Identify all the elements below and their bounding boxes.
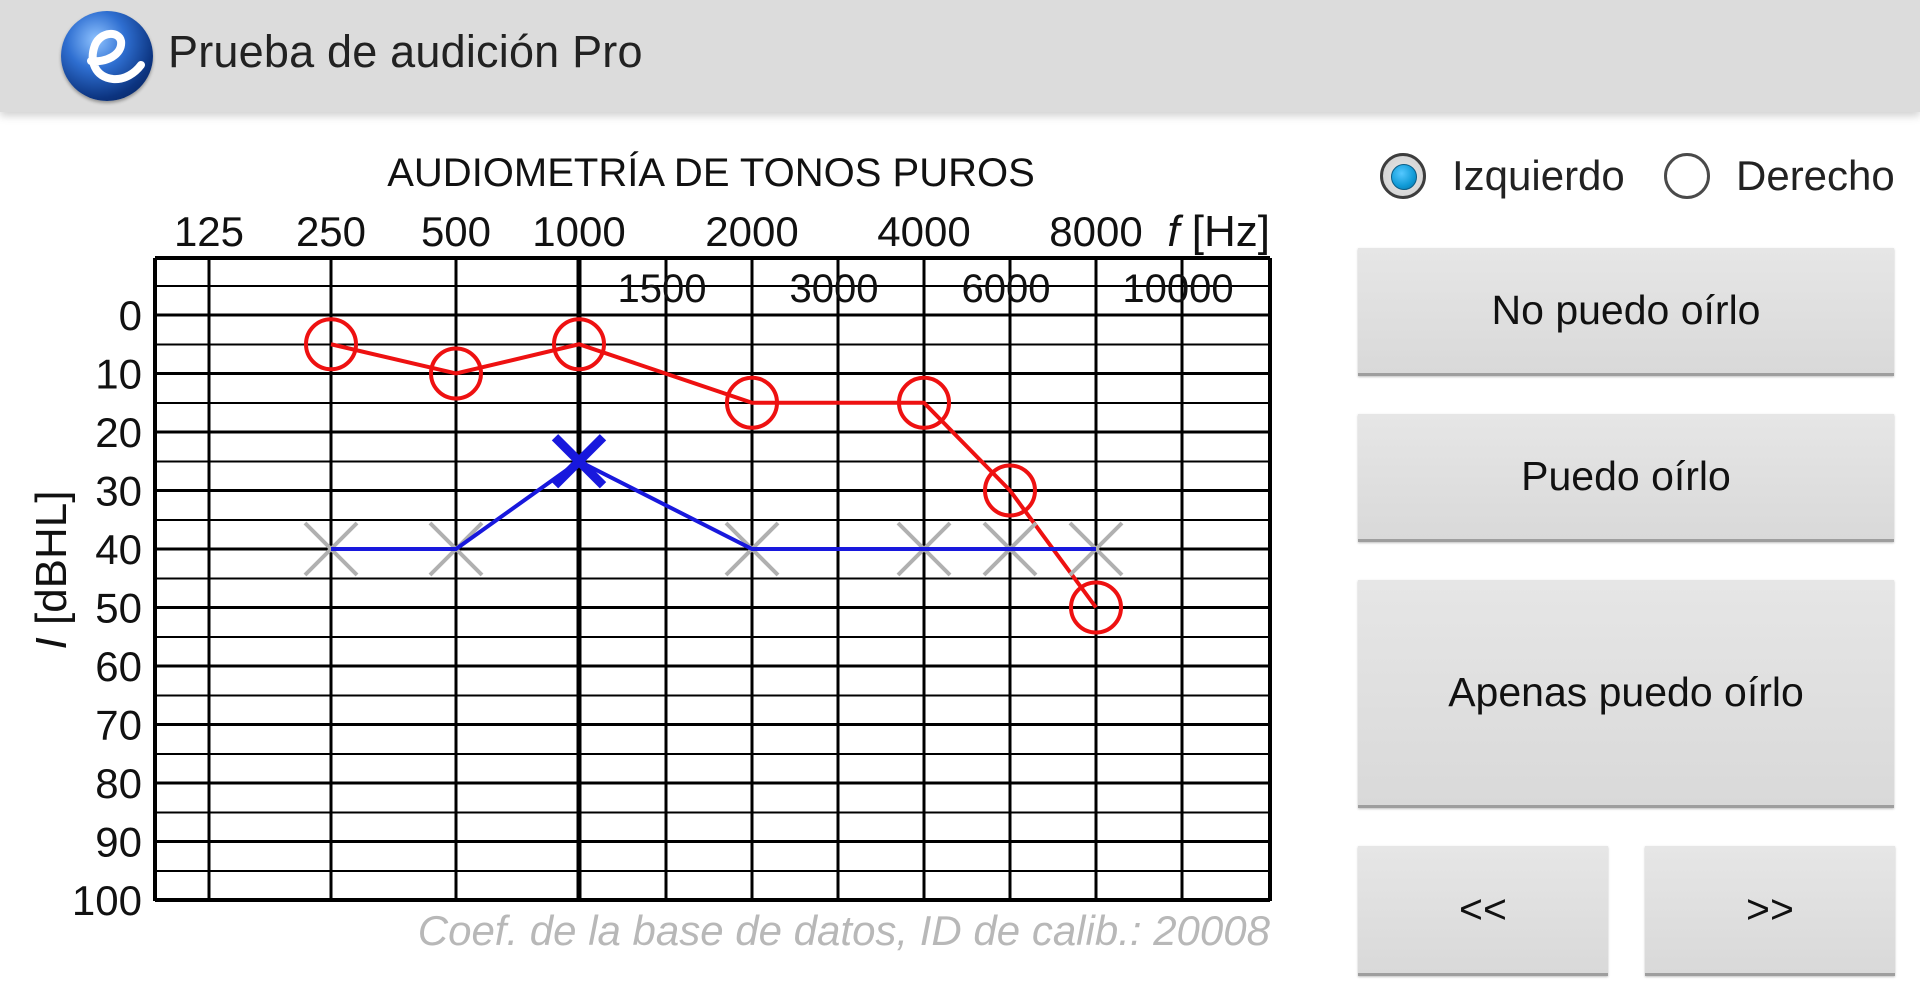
x-tick-label-125: 125 xyxy=(174,208,244,255)
y-tick-label-70: 70 xyxy=(95,702,142,749)
x-tick-label-250: 250 xyxy=(296,208,366,255)
calibration-note: Coef. de la base de datos, ID de calib.:… xyxy=(418,907,1271,954)
y-tick-label-40: 40 xyxy=(95,526,142,573)
ear-selector: Izquierdo Derecho xyxy=(1380,148,1900,204)
barely-hear-button[interactable]: Apenas puedo oírlo xyxy=(1358,580,1894,808)
radio-left-ear-label[interactable]: Izquierdo xyxy=(1452,152,1625,200)
radio-right-ear-indicator[interactable] xyxy=(1664,153,1710,199)
radio-left-ear[interactable]: Izquierdo xyxy=(1380,148,1625,204)
chart-title: AUDIOMETRÍA DE TONOS PUROS xyxy=(387,150,1035,195)
next-button[interactable]: >> xyxy=(1645,846,1895,976)
y-tick-label-100: 100 xyxy=(72,877,142,924)
x-axis-label: f [Hz] xyxy=(1167,207,1270,256)
y-tick-label-20: 20 xyxy=(95,409,142,456)
x-subtick-label-6000: 6000 xyxy=(962,267,1051,311)
y-tick-label-50: 50 xyxy=(95,585,142,632)
audiogram-svg: 1500 3000 6000 10000AUDIOMETRÍA DE TONOS PU… xyxy=(27,150,1272,954)
x-tick-label-4000: 4000 xyxy=(877,208,970,255)
x-tick-label-500: 500 xyxy=(421,208,491,255)
y-tick-label-30: 30 xyxy=(95,468,142,515)
app-title: Prueba de audición Pro xyxy=(168,26,643,77)
x-subtick-label-1500: 1500 xyxy=(618,267,707,311)
y-tick-label-90: 90 xyxy=(95,819,142,866)
can-hear-button[interactable]: Puedo oírlo xyxy=(1358,414,1894,542)
radio-left-ear-indicator[interactable] xyxy=(1380,153,1426,199)
y-tick-label-0: 0 xyxy=(119,292,142,339)
x-tick-label-1000: 1000 xyxy=(532,208,625,255)
x-subtick-label-10000: 10000 xyxy=(1122,267,1233,311)
series-line-circle xyxy=(330,342,1098,609)
x-subtick-label-3000: 3000 xyxy=(790,267,879,311)
y-tick-label-10: 10 xyxy=(95,351,142,398)
radio-right-ear[interactable]: Derecho xyxy=(1664,148,1895,204)
series-line-cross xyxy=(331,458,1096,551)
cant-hear-button[interactable]: No puedo oírlo xyxy=(1358,248,1894,376)
app-logo-icon xyxy=(61,11,153,101)
y-axis-label: I [dBHL] xyxy=(27,491,76,650)
x-tick-label-2000: 2000 xyxy=(705,208,798,255)
previous-button[interactable]: << xyxy=(1358,846,1608,976)
title-bar: Prueba de audición Pro xyxy=(0,0,1920,112)
y-tick-label-60: 60 xyxy=(95,643,142,690)
y-tick-label-80: 80 xyxy=(95,760,142,807)
radio-right-ear-label[interactable]: Derecho xyxy=(1736,152,1895,200)
x-tick-label-8000: 8000 xyxy=(1049,208,1142,255)
audiogram-chart: 1500 3000 6000 10000 AUDIOMETRÍA DE TONOS PU… xyxy=(0,112,1340,1000)
